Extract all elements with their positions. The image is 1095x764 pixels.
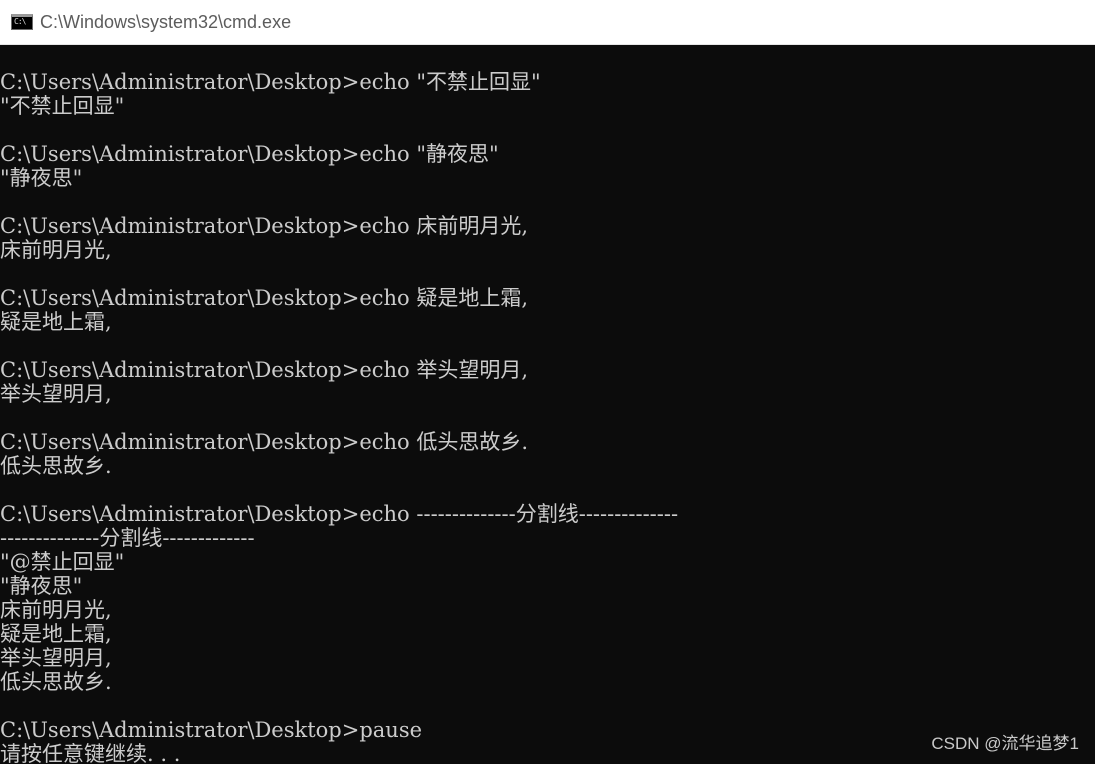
console-line: C:\Users\Administrator\Desktop>echo ----…: [0, 502, 679, 526]
console-line: "静夜思": [0, 574, 83, 598]
cmd-icon[interactable]: C:\: [11, 14, 33, 30]
console-line: --------------分割线-------------: [0, 526, 255, 550]
console-line: "不禁止回显": [0, 94, 125, 118]
console-line: 举头望明月,: [0, 382, 112, 406]
console-line: 举头望明月,: [0, 646, 112, 670]
cmd-icon-glyph: C:\: [14, 17, 26, 26]
console-line: 疑是地上霜,: [0, 622, 112, 646]
window-title: C:\Windows\system32\cmd.exe: [40, 12, 292, 32]
console-line: "静夜思": [0, 166, 83, 190]
console-line: 床前明月光,: [0, 598, 112, 622]
console-output[interactable]: C:\Users\Administrator\Desktop>echo "不禁止…: [0, 70, 1095, 764]
console-line: 疑是地上霜,: [0, 310, 112, 334]
console-line: C:\Users\Administrator\Desktop>echo 低头思故…: [0, 430, 529, 454]
console-line: C:\Users\Administrator\Desktop>echo "不禁止…: [0, 70, 541, 94]
console-line: 低头思故乡.: [0, 670, 112, 694]
console-line: C:\Users\Administrator\Desktop>echo 举头望明…: [0, 358, 529, 382]
console-line: "@禁止回显": [0, 550, 125, 574]
console-line: 低头思故乡.: [0, 454, 112, 478]
cmd-window: C:\ C:\Windows\system32\cmd.exe C:\Users…: [0, 0, 1095, 764]
watermark: CSDN @流华追梦1: [931, 734, 1079, 753]
console-line: C:\Users\Administrator\Desktop>echo 疑是地上…: [0, 286, 529, 310]
console-line: 床前明月光,: [0, 238, 112, 262]
console-line: C:\Users\Administrator\Desktop>echo 床前明月…: [0, 214, 529, 238]
console-line: C:\Users\Administrator\Desktop>echo "静夜思…: [0, 142, 499, 166]
title-bar[interactable]: C:\ C:\Windows\system32\cmd.exe: [0, 0, 1095, 45]
